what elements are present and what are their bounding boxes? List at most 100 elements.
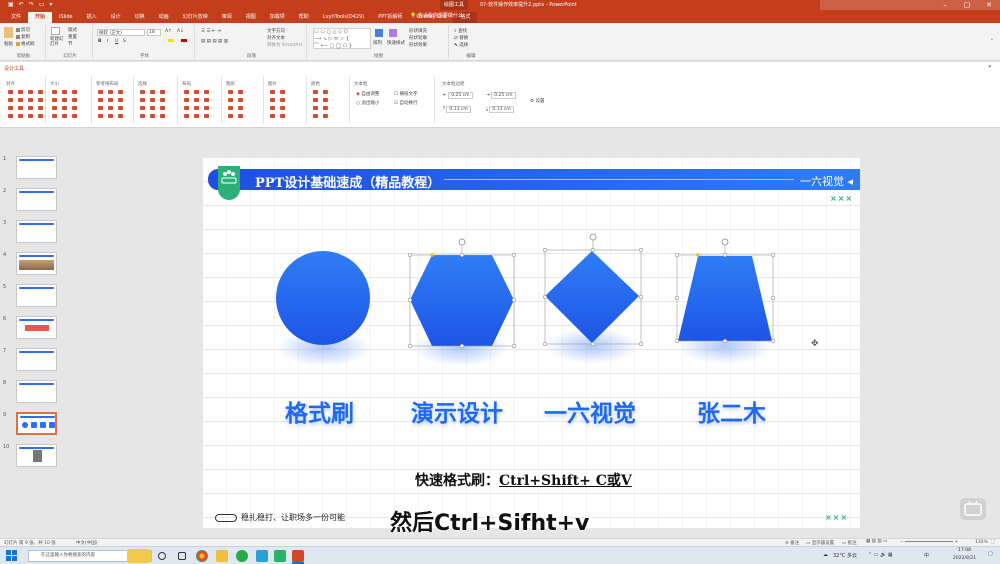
tool-icon[interactable] xyxy=(150,90,155,94)
tool-icon[interactable] xyxy=(184,90,189,94)
tab-3[interactable]: 插入 xyxy=(80,12,104,23)
app-icon[interactable] xyxy=(256,550,268,562)
tool-icon[interactable] xyxy=(72,106,77,110)
slide-thumbnail[interactable] xyxy=(16,220,57,243)
start-from-beginning-icon[interactable]: ▭ xyxy=(39,0,45,10)
tool-icon[interactable] xyxy=(228,90,233,94)
tab-5[interactable]: 切换 xyxy=(128,12,152,23)
shapes-gallery[interactable]: ▭ ▭ ○ △ ◇ ⬡ ⟶ ↘ ▷ ⬭ ☆ {⌒ ⟵ ▢ ◯ ⬠ } xyxy=(313,28,371,49)
tool-icon[interactable] xyxy=(140,106,145,110)
autofit-option[interactable]: ◉ 自由调整 xyxy=(356,91,379,97)
tool-icon[interactable] xyxy=(98,98,103,102)
tool-icon[interactable] xyxy=(28,106,33,110)
font-size-select[interactable]: 18 xyxy=(147,29,161,36)
grow-font-icon[interactable]: A↑ xyxy=(165,29,172,34)
tool-icon[interactable] xyxy=(280,106,285,110)
tool-icon[interactable] xyxy=(184,114,189,118)
slide-thumbnail[interactable] xyxy=(16,348,57,371)
tool-icon[interactable] xyxy=(150,98,155,102)
quick-styles-button[interactable] xyxy=(389,29,398,37)
tool-icon[interactable] xyxy=(52,90,57,94)
underline-button[interactable]: U xyxy=(115,39,118,44)
tool-icon[interactable] xyxy=(204,90,209,94)
tool-icon[interactable] xyxy=(8,98,13,102)
top-margin-field[interactable]: ⤒ 0.13 cm xyxy=(443,106,471,113)
tool-icon[interactable] xyxy=(238,114,243,118)
tool-icon[interactable] xyxy=(184,98,189,102)
hexagon-selection[interactable] xyxy=(407,238,517,349)
tool-icon[interactable] xyxy=(140,98,145,102)
tool-icon[interactable] xyxy=(18,90,23,94)
font-color-icon[interactable] xyxy=(181,39,188,44)
tool-icon[interactable] xyxy=(160,98,165,102)
tool-icon[interactable] xyxy=(8,106,13,110)
pane-close-icon[interactable]: ✕ xyxy=(988,65,992,70)
task-view-icon[interactable] xyxy=(178,552,186,560)
italic-button[interactable]: I xyxy=(107,39,108,44)
tool-icon[interactable] xyxy=(228,106,233,110)
align-icons[interactable]: ▤ ▤ ▤ ▤ ▥ xyxy=(201,39,228,44)
zoom-level[interactable]: 132% xyxy=(975,540,988,545)
tab-13[interactable]: PPT拆解师 xyxy=(371,12,409,23)
tool-icon[interactable] xyxy=(52,98,57,102)
tool-icon[interactable] xyxy=(280,114,285,118)
trapezoid-selection[interactable] xyxy=(674,238,776,344)
tool-icon[interactable] xyxy=(160,114,165,118)
right-margin-field[interactable]: ⇥ 0.25 cm xyxy=(486,92,516,99)
bottom-margin-field[interactable]: ⤓ 0.13 cm xyxy=(486,106,514,113)
tool-icon[interactable] xyxy=(150,106,155,110)
label-format-painter[interactable]: 格式刷 xyxy=(285,394,354,428)
tool-icon[interactable] xyxy=(108,114,113,118)
file-explorer-icon[interactable] xyxy=(216,550,228,562)
slide-thumbnail[interactable] xyxy=(16,444,57,467)
tool-icon[interactable] xyxy=(118,114,123,118)
tab-11[interactable]: 帮助 xyxy=(292,12,316,23)
tool-icon[interactable] xyxy=(150,114,155,118)
tab-6[interactable]: 动画 xyxy=(152,12,176,23)
shortcut-text[interactable]: 快速格式刷：Ctrl+Shift+ C或V xyxy=(415,470,632,490)
tool-icon[interactable] xyxy=(18,106,23,110)
tool-icon[interactable] xyxy=(28,90,33,94)
tool-icon[interactable] xyxy=(118,90,123,94)
vertical-text-option[interactable]: ☐ 横排文字 xyxy=(394,91,417,97)
tool-icon[interactable] xyxy=(108,106,113,110)
tool-icon[interactable] xyxy=(323,90,328,94)
windows-start-icon[interactable] xyxy=(6,550,17,561)
cut-button[interactable]: 剪切 xyxy=(16,27,30,33)
slide-thumbnail[interactable] xyxy=(16,380,57,403)
notification-icon[interactable]: ▢ xyxy=(988,551,993,557)
replace-button[interactable]: ⇄ 替换 xyxy=(454,35,468,41)
tab-10[interactable]: 加载项 xyxy=(263,12,292,23)
tool-icon[interactable] xyxy=(228,98,233,102)
smartart-button[interactable]: 转换为 SmartArt xyxy=(267,42,302,48)
tool-icon[interactable] xyxy=(98,90,103,94)
tool-icon[interactable] xyxy=(323,106,328,110)
tool-icon[interactable] xyxy=(72,114,77,118)
rotate-handle-icon[interactable] xyxy=(458,238,466,246)
undo-icon[interactable]: ↶ xyxy=(19,0,24,10)
tool-icon[interactable] xyxy=(270,106,275,110)
weather-icon[interactable]: ☁ xyxy=(823,552,828,558)
tool-icon[interactable] xyxy=(118,98,123,102)
shape-outline-button[interactable]: 形状轮廓 xyxy=(409,35,427,41)
tool-icon[interactable] xyxy=(280,90,285,94)
tool-icon[interactable] xyxy=(238,90,243,94)
tool-icon[interactable] xyxy=(52,106,57,110)
tool-icon[interactable] xyxy=(38,90,43,94)
shrink-font-icon[interactable]: A↓ xyxy=(177,29,184,34)
tool-icon[interactable] xyxy=(8,90,13,94)
clock-date[interactable]: 2022/8/21 xyxy=(953,556,976,561)
find-button[interactable]: ⌕ 查找 xyxy=(454,28,467,34)
restore-icon[interactable]: ▢ xyxy=(956,0,978,10)
clock-time[interactable]: 17:08 xyxy=(958,548,971,553)
tool-icon[interactable] xyxy=(108,98,113,102)
tool-icon[interactable] xyxy=(323,98,328,102)
circle-shape[interactable] xyxy=(276,251,370,345)
tool-icon[interactable] xyxy=(72,90,77,94)
powerpoint-icon[interactable] xyxy=(292,550,304,562)
slide-thumbnail[interactable] xyxy=(16,316,57,339)
tool-icon[interactable] xyxy=(38,98,43,102)
banner-brand[interactable]: 一六视觉 ◂ xyxy=(800,173,853,189)
save-icon[interactable]: ▣ xyxy=(8,0,14,10)
align-text-button[interactable]: 对齐文本 xyxy=(267,35,285,41)
